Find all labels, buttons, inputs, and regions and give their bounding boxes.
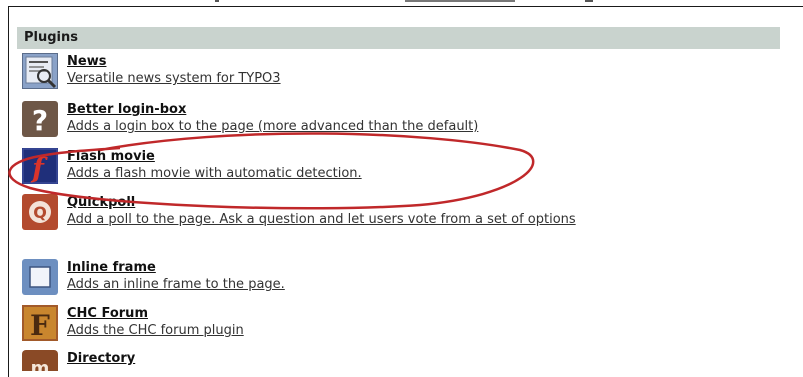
svg-text:?: ? xyxy=(32,104,48,137)
directory-icon: m xyxy=(22,350,58,371)
question-mark-icon: ? xyxy=(22,101,58,137)
plugin-title-chc-forum[interactable]: CHC Forum xyxy=(67,305,767,322)
plugin-desc-news[interactable]: Versatile news system for TYPO3 xyxy=(67,70,767,87)
plugin-title-news[interactable]: News xyxy=(67,53,767,70)
plugin-desc-chc-forum[interactable]: Adds the CHC forum plugin xyxy=(67,322,767,339)
plugin-title-inline-frame[interactable]: Inline frame xyxy=(67,259,767,276)
plugin-desc-flash-movie[interactable]: Adds a flash movie with automatic detect… xyxy=(67,165,767,182)
svg-text:Q: Q xyxy=(33,203,47,222)
plugin-title-better-login-box[interactable]: Better login-box xyxy=(67,101,767,118)
plugins-header-label: Plugins xyxy=(24,30,78,45)
svg-text:F: F xyxy=(30,309,50,341)
flash-icon: f xyxy=(22,148,58,184)
quickpoll-icon: Q xyxy=(22,194,58,230)
plugin-title-flash-movie[interactable]: Flash movie xyxy=(67,148,767,165)
plugin-desc-better-login-box[interactable]: Adds a login box to the page (more advan… xyxy=(67,118,767,135)
plugin-desc-inline-frame[interactable]: Adds an inline frame to the page. xyxy=(67,276,767,293)
news-icon xyxy=(22,53,58,89)
plugin-title-directory[interactable]: Directory xyxy=(67,350,767,367)
svg-text:m: m xyxy=(31,358,50,371)
inline-frame-icon xyxy=(22,259,58,295)
plugin-desc-quickpoll[interactable]: Add a poll to the page. Ask a question a… xyxy=(67,211,737,228)
forum-icon: F xyxy=(22,305,58,342)
plugin-title-quickpoll[interactable]: Quickpoll xyxy=(67,194,767,211)
plugins-section-header: Plugins xyxy=(17,27,780,49)
